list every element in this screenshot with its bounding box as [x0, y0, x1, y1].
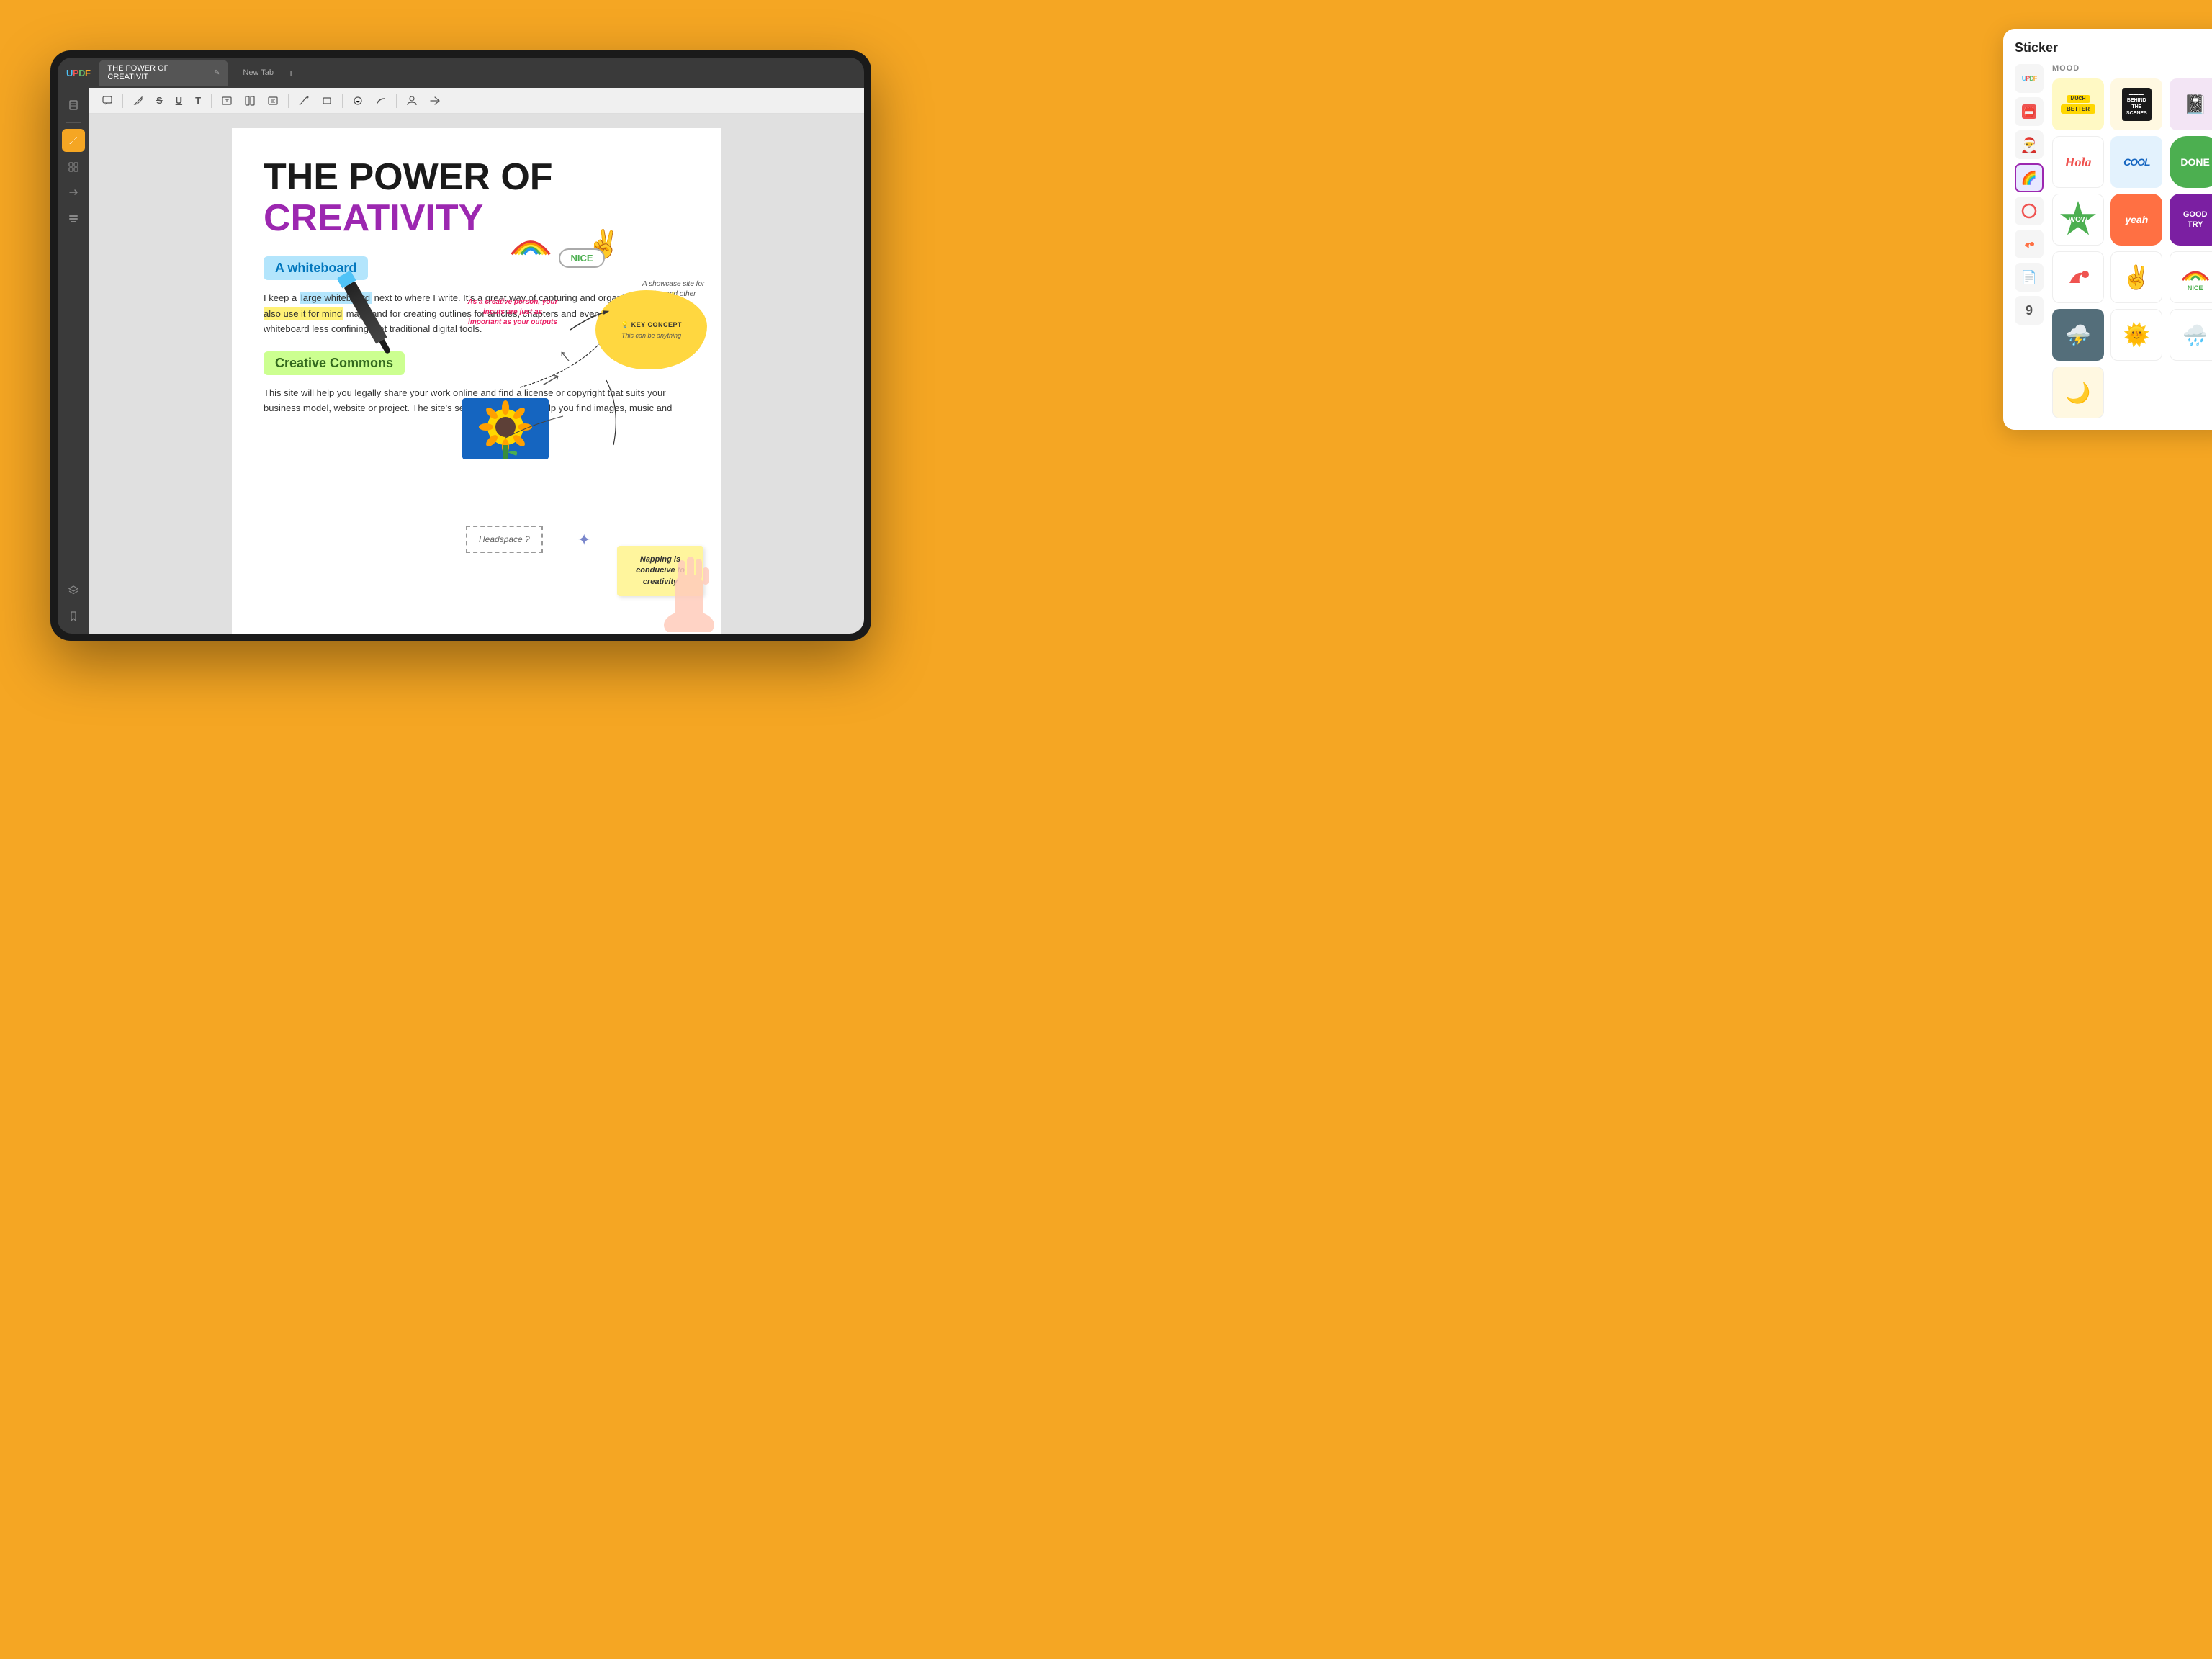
arrow-dashed: ⟶ — [539, 369, 562, 392]
arrow-up: ↑ — [553, 343, 575, 368]
sticker-good-try[interactable]: GOODTRY — [2170, 194, 2212, 246]
toolbar-rectangle[interactable] — [318, 94, 336, 108]
sidebar-item-organize[interactable] — [62, 155, 85, 178]
rainbow-nice-sticker: NICE — [505, 225, 605, 268]
creative-quote: As a creative person, your inputs are ju… — [466, 297, 559, 328]
sticker-nice-rainbow[interactable]: NICE — [2170, 251, 2212, 303]
toolbar-strikethrough[interactable]: S — [152, 93, 167, 108]
sticker-panel: Sticker UPDF 📛 🎅 🌈 — [2003, 29, 2212, 430]
toolbar-comment[interactable] — [98, 94, 117, 108]
sidebar-item-layers[interactable] — [62, 579, 85, 602]
main-area: S U T — [58, 88, 864, 634]
toolbar-columns[interactable] — [240, 94, 259, 108]
sticker-notepad[interactable]: 📓 — [2170, 78, 2212, 130]
sticker-arrow-red[interactable] — [2052, 251, 2104, 303]
sticker-section-label: MOOD — [2052, 64, 2212, 73]
tab-edit-icon: ✎ — [214, 69, 220, 77]
toolbar-shape[interactable] — [349, 94, 367, 108]
headspace-box: Headspace ? — [466, 526, 543, 553]
sidebar-item-pages[interactable] — [62, 94, 85, 117]
browser-chrome: UPDF THE POWER OF CREATIVIT ✎ New Tab + — [58, 58, 864, 88]
toolbar-person[interactable] — [403, 94, 421, 108]
toolbar-pencil[interactable] — [129, 94, 148, 108]
hand-photo — [657, 546, 721, 632]
key-concept-subtitle: This can be anything — [621, 332, 681, 339]
toolbar-sep-2 — [211, 94, 212, 108]
device-frame: UPDF THE POWER OF CREATIVIT ✎ New Tab + — [50, 50, 871, 641]
sticker-behind-scenes[interactable]: ▬▬▬ BEHINDTHESCENES — [2110, 78, 2162, 130]
sticker-grid-area: MOOD MUCH BETTER ▬▬▬ BEHINDTHESCENES — [2052, 64, 2212, 418]
sticker-cat-paper[interactable]: 📄 — [2015, 263, 2044, 292]
toolbar-sep-3 — [288, 94, 289, 108]
left-sidebar — [58, 88, 89, 634]
sunflower-image — [462, 398, 549, 459]
sticker-cat-number[interactable]: 9 — [2015, 296, 2044, 325]
toolbar-sep-4 — [342, 94, 343, 108]
sidebar-item-compress[interactable] — [62, 207, 85, 230]
sticker-cat-circle[interactable] — [2015, 197, 2044, 225]
sticker-hola[interactable]: Hola — [2052, 136, 2104, 188]
sticker-moon[interactable]: 🌙 — [2052, 367, 2104, 418]
sticker-much-better[interactable]: MUCH BETTER — [2052, 78, 2104, 130]
sticker-grid: MUCH BETTER ▬▬▬ BEHINDTHESCENES 📓 Hola — [2052, 78, 2212, 418]
toolbar-expand[interactable] — [264, 94, 282, 108]
mindmap-overlay: ✌️ A showcase site for design and other … — [462, 186, 721, 634]
add-tab-button[interactable]: + — [288, 67, 294, 78]
pdf-area: THE POWER OF CREATIVITY A whiteboard I k… — [89, 114, 864, 634]
device-inner: UPDF THE POWER OF CREATIVIT ✎ New Tab + — [58, 58, 864, 634]
toolbar-sep-1 — [122, 94, 123, 108]
toolbar-pen[interactable] — [295, 94, 313, 108]
sticker-categories: UPDF 📛 🎅 🌈 � — [2015, 64, 2046, 418]
sticker-done[interactable]: DONE — [2170, 136, 2212, 188]
toolbar-markup[interactable] — [372, 94, 390, 108]
sticker-panel-title: Sticker — [2015, 40, 2212, 55]
sticker-panel-content: UPDF 📛 🎅 🌈 � — [2015, 64, 2212, 418]
tab-title: THE POWER OF CREATIVIT — [107, 64, 208, 81]
toolbar-textbox[interactable] — [217, 94, 236, 108]
pdf-page: THE POWER OF CREATIVITY A whiteboard I k… — [232, 128, 721, 634]
app-logo: UPDF — [66, 68, 90, 78]
sticker-cat-red[interactable]: 📛 — [2015, 97, 2044, 126]
sticker-rain-cloud[interactable]: 🌧️ — [2170, 309, 2212, 361]
toolbar-sep-5 — [396, 94, 397, 108]
active-tab[interactable]: THE POWER OF CREATIVIT ✎ — [99, 60, 228, 86]
sidebar-item-convert[interactable] — [62, 181, 85, 204]
sticker-cat-rainbow[interactable]: 🌈 — [2015, 163, 2044, 192]
star-decoration: ✦ — [577, 531, 590, 549]
svg-text:📛: 📛 — [2023, 106, 2035, 118]
sticker-cool[interactable]: COOL — [2110, 136, 2162, 188]
sidebar-divider — [66, 122, 81, 123]
sticker-wow[interactable]: WOW — [2052, 194, 2104, 246]
sticker-sun-face[interactable]: 🌞 — [2110, 309, 2162, 361]
sticker-peace-hand-yellow[interactable]: ✌️ — [2110, 251, 2162, 303]
new-tab[interactable]: New Tab — [234, 64, 282, 81]
sticker-cat-santa[interactable]: 🎅 — [2015, 130, 2044, 159]
sidebar-item-bookmark[interactable] — [62, 605, 85, 628]
sidebar-item-annotate[interactable] — [62, 129, 85, 152]
toolbar-underline[interactable]: U — [171, 93, 186, 108]
key-concept-bubble: 💡 KEY CONCEPT This can be anything — [595, 290, 707, 369]
toolbar: S U T — [89, 88, 864, 114]
sticker-cat-updf[interactable]: UPDF — [2015, 64, 2044, 93]
sticker-cat-arrow[interactable] — [2015, 230, 2044, 258]
sticker-thunder-cloud[interactable]: ⛈️ — [2052, 309, 2104, 361]
section2-label: Creative Commons — [264, 351, 405, 375]
toolbar-more[interactable] — [426, 94, 444, 108]
toolbar-text-t[interactable]: T — [191, 93, 205, 108]
nice-badge: NICE — [559, 248, 604, 268]
sticker-yeah[interactable]: yeah — [2110, 194, 2162, 246]
content-wrapper: S U T — [89, 88, 864, 634]
